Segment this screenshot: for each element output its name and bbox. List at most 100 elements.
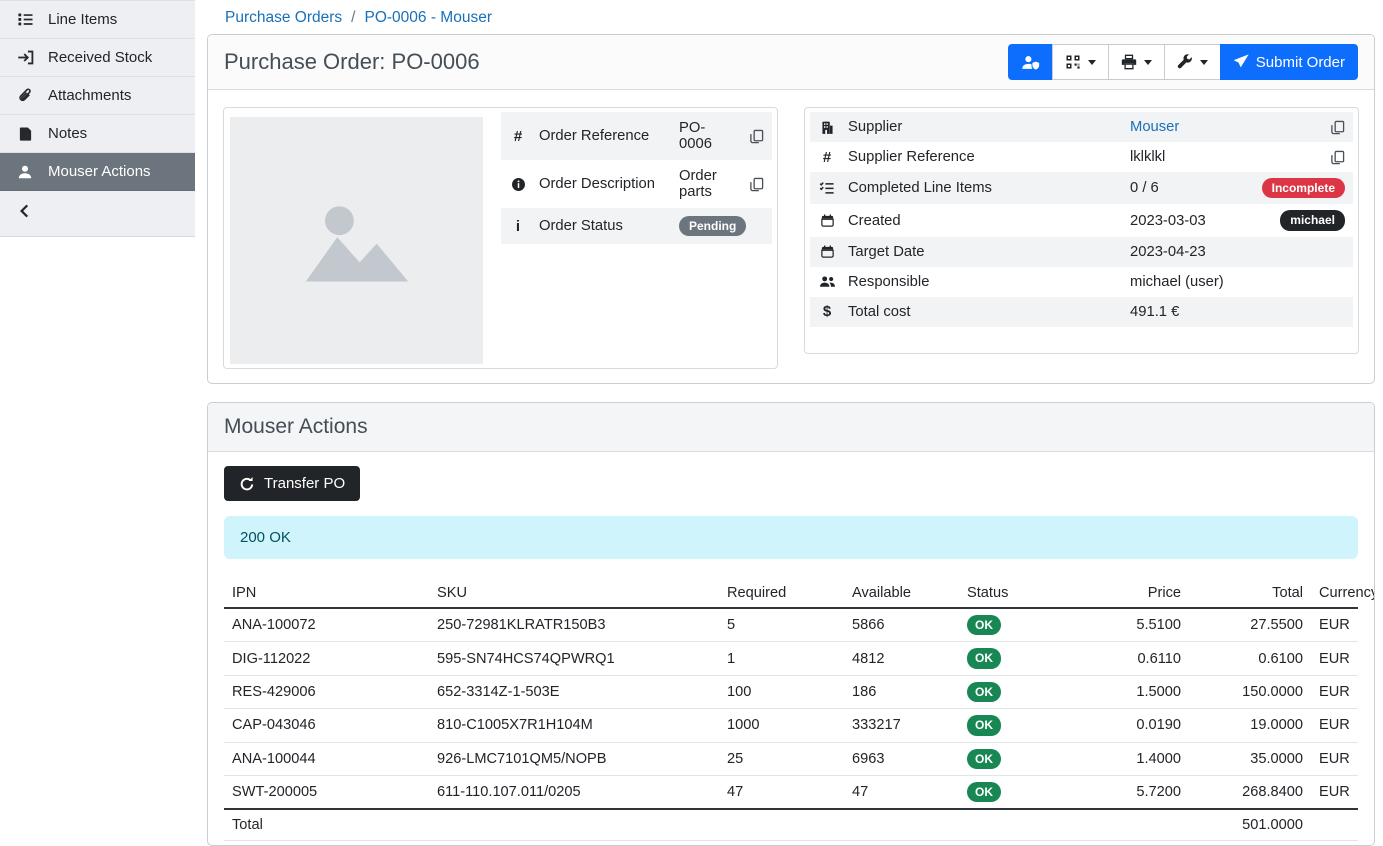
sidebar-item-attachments[interactable]: Attachments	[0, 77, 195, 115]
copy-icon[interactable]	[738, 129, 764, 144]
cell-status: OK	[959, 608, 1071, 642]
user-icon	[16, 163, 34, 180]
detail-row-created: Created 2023-03-03 michael	[810, 204, 1353, 236]
cell-required: 25	[719, 742, 844, 775]
table-row: ANA-100072 250-72981KLRATR150B3 5 5866 O…	[224, 608, 1358, 642]
detail-row-total-cost: $ Total cost 491.1 €	[810, 297, 1353, 327]
note-icon	[16, 125, 34, 142]
supplier-link[interactable]: Mouser	[1130, 119, 1330, 135]
cell-total: 35.0000	[1189, 742, 1311, 775]
user-shield-icon	[1021, 54, 1040, 71]
cell-status: OK	[959, 709, 1071, 742]
detail-row-order-status: i Order Status Pending	[501, 208, 772, 244]
cell-required: 1000	[719, 709, 844, 742]
main-content: Purchase Orders/PO-0006 - Mouser Purchas…	[195, 0, 1383, 794]
cell-status: OK	[959, 775, 1071, 809]
detail-label: Completed Line Items	[848, 180, 1130, 196]
app-root: Line Items Received Stock Attachments No…	[0, 0, 1383, 794]
cell-ipn: SWT-200005	[224, 775, 429, 809]
image-icon	[293, 177, 421, 305]
breadcrumb-link-purchase-orders[interactable]: Purchase Orders	[225, 9, 342, 26]
order-image-placeholder[interactable]	[230, 117, 483, 364]
send-icon	[1233, 54, 1249, 70]
col-header-ipn: IPN	[224, 579, 429, 608]
detail-value: lklklkl	[1130, 149, 1330, 165]
line-items-table: IPN SKU Required Available Status Price …	[224, 579, 1358, 841]
copy-icon[interactable]	[1330, 150, 1345, 165]
detail-value: PO-0006	[679, 120, 738, 152]
caret-down-icon	[1144, 60, 1152, 69]
paperclip-icon	[16, 87, 34, 104]
copy-icon[interactable]	[738, 177, 764, 192]
cell-sku: 652-3314Z-1-503E	[429, 675, 719, 708]
detail-value: Pending	[679, 216, 746, 236]
purchase-order-body: # Order Reference PO-0006 Order Descri	[208, 90, 1374, 383]
cell-price: 1.5000	[1071, 675, 1189, 708]
cell-currency: EUR	[1311, 675, 1358, 708]
detail-row-responsible: Responsible michael (user)	[810, 267, 1353, 297]
sidebar-item-mouser-actions[interactable]: Mouser Actions	[0, 153, 195, 191]
sidebar-item-label: Received Stock	[48, 49, 152, 66]
cell-sku: 595-SN74HCS74QPWRQ1	[429, 642, 719, 675]
col-header-required: Required	[719, 579, 844, 608]
sidebar-collapse-button[interactable]	[0, 191, 195, 236]
incomplete-badge: Incomplete	[1262, 178, 1345, 198]
hash-icon: #	[509, 128, 527, 145]
detail-label: Order Reference	[539, 128, 679, 144]
copy-icon[interactable]	[1330, 120, 1345, 135]
list-check-icon	[818, 180, 836, 196]
detail-row-supplier: Supplier Mouser	[810, 112, 1353, 142]
sidebar-item-received-stock[interactable]: Received Stock	[0, 39, 195, 77]
mouser-actions-card: Mouser Actions Transfer PO 200 OK	[207, 402, 1375, 846]
cell-required: 47	[719, 775, 844, 809]
col-header-price: Price	[1071, 579, 1189, 608]
table-row: ANA-100044 926-LMC7101QM5/NOPB 25 6963 O…	[224, 742, 1358, 775]
breadcrumb: Purchase Orders/PO-0006 - Mouser	[207, 0, 1375, 34]
sidebar-item-label: Line Items	[48, 11, 117, 28]
print-actions-button[interactable]	[1108, 44, 1165, 80]
order-actions-button[interactable]	[1164, 44, 1221, 80]
sidebar-item-line-items[interactable]: Line Items	[0, 1, 195, 39]
panel-title: Mouser Actions	[224, 415, 368, 439]
col-header-status: Status	[959, 579, 1071, 608]
status-badge: Pending	[679, 216, 746, 236]
supplier-details-panel: Supplier Mouser # Supplier Reference lkl…	[804, 107, 1359, 354]
breadcrumb-link-po-0006[interactable]: PO-0006 - Mouser	[364, 9, 492, 26]
cell-currency: EUR	[1311, 608, 1358, 642]
user-roles-button[interactable]	[1008, 44, 1053, 80]
cell-ipn: CAP-043046	[224, 709, 429, 742]
wrench-icon	[1177, 54, 1193, 70]
sidebar-item-label: Notes	[48, 125, 87, 142]
cell-currency: EUR	[1311, 775, 1358, 809]
col-header-sku: SKU	[429, 579, 719, 608]
sidebar-item-notes[interactable]: Notes	[0, 115, 195, 153]
transfer-po-label: Transfer PO	[264, 475, 345, 492]
cell-available: 333217	[844, 709, 959, 742]
page-title: Purchase Order: PO-0006	[224, 49, 480, 75]
detail-label: Order Status	[539, 218, 679, 234]
cell-sku: 926-LMC7101QM5/NOPB	[429, 742, 719, 775]
sidebar: Line Items Received Stock Attachments No…	[0, 0, 195, 794]
detail-value: 0 / 6	[1130, 180, 1262, 196]
submit-order-button[interactable]: Submit Order	[1220, 44, 1358, 80]
barcode-actions-button[interactable]	[1052, 44, 1109, 80]
cell-ipn: ANA-100072	[224, 608, 429, 642]
detail-label: Supplier	[848, 119, 1130, 135]
order-toolbar: Submit Order	[1008, 44, 1358, 80]
cell-required: 100	[719, 675, 844, 708]
cell-available: 6963	[844, 742, 959, 775]
cell-total: 27.5500	[1189, 608, 1311, 642]
submit-order-label: Submit Order	[1256, 54, 1345, 71]
purchase-order-header: Purchase Order: PO-0006	[208, 35, 1374, 90]
transfer-po-button[interactable]: Transfer PO	[224, 466, 360, 501]
mouser-actions-body: Transfer PO 200 OK IPN SKU Required	[208, 452, 1374, 845]
cell-currency: EUR	[1311, 642, 1358, 675]
cell-price: 0.6110	[1071, 642, 1189, 675]
status-alert: 200 OK	[224, 516, 1358, 559]
detail-row-supplier-reference: # Supplier Reference lklklkl	[810, 142, 1353, 172]
col-header-total: Total	[1189, 579, 1311, 608]
detail-value: Order parts	[679, 168, 738, 200]
calendar-icon	[818, 213, 836, 228]
cell-available: 4812	[844, 642, 959, 675]
table-row: DIG-112022 595-SN74HCS74QPWRQ1 1 4812 OK…	[224, 642, 1358, 675]
